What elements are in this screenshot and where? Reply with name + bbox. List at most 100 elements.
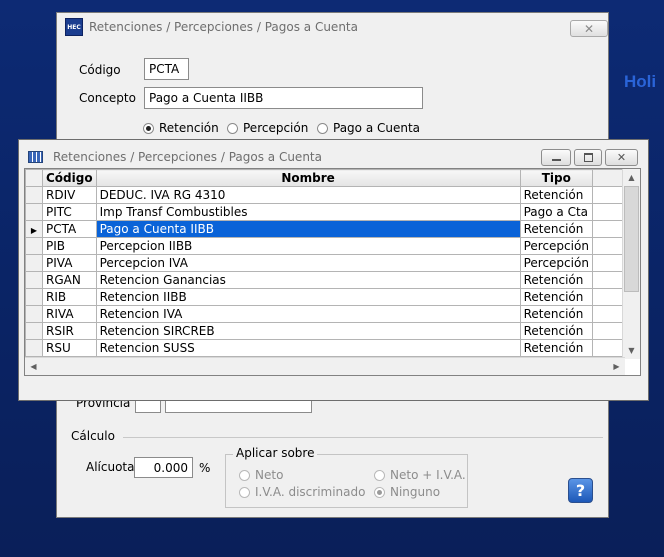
column-header-nombre[interactable]: Nombre — [95, 169, 521, 187]
row-indicator — [25, 271, 43, 289]
row-indicator — [25, 322, 43, 340]
alicuota-label: Alícuota — [86, 460, 135, 474]
cell-nombre[interactable]: Retencion IVA — [95, 305, 521, 323]
scroll-left-icon[interactable]: ◀ — [25, 358, 42, 375]
cell-nombre[interactable]: Retencion SIRCREB — [95, 322, 521, 340]
cell-nombre[interactable]: Percepcion IIBB — [95, 237, 521, 255]
radio-dot — [317, 122, 328, 134]
table-row[interactable]: RDIV DEDUC. IVA RG 4310 Retención — [25, 186, 640, 204]
lookup-grid: Código Nombre Tipo RDIV DEDUC. IVA RG 431… — [24, 168, 641, 376]
codigo-label: Código — [79, 63, 121, 77]
restore-button[interactable] — [574, 149, 602, 166]
cell-nombre[interactable]: Pago a Cuenta IIBB — [95, 220, 521, 238]
cell-nombre[interactable]: Imp Transf Combustibles — [95, 203, 521, 221]
radio-label: Pago a Cuenta — [333, 121, 421, 135]
table-row[interactable]: PITC Imp Transf Combustibles Pago a Cta — [25, 203, 640, 221]
table-row[interactable]: RIB Retencion IIBB Retención — [25, 288, 640, 306]
radio-dot — [239, 486, 250, 498]
scroll-right-icon[interactable]: ▶ — [608, 358, 625, 375]
cell-codigo[interactable]: PCTA — [42, 220, 97, 238]
radio-dot — [374, 469, 385, 481]
cell-codigo[interactable]: RIB — [42, 288, 97, 306]
table-row[interactable]: RGAN Retencion Ganancias Retención — [25, 271, 640, 289]
cell-codigo[interactable]: PIB — [42, 237, 97, 255]
table-row[interactable]: PIVA Percepcion IVA Percepción — [25, 254, 640, 272]
cell-nombre[interactable]: Retencion SUSS — [95, 339, 521, 357]
calculo-divider — [123, 437, 603, 438]
tipo-radio-pago-a-cuenta[interactable]: Pago a Cuenta — [317, 121, 420, 135]
horizontal-scrollbar[interactable]: ◀ ▶ — [25, 357, 625, 375]
lookup-close-button[interactable]: ✕ — [605, 149, 638, 166]
current-row-icon: ▶ — [30, 226, 38, 235]
aplicar-radio-neto-iva[interactable]: Neto + I.V.A. — [374, 468, 466, 482]
help-button[interactable]: ? — [568, 478, 593, 503]
vertical-scrollbar[interactable]: ▲ ▼ — [622, 169, 640, 359]
cell-codigo[interactable]: RSIR — [42, 322, 97, 340]
table-row[interactable]: ▶ PCTA Pago a Cuenta IIBB Retención — [25, 220, 640, 238]
main-window-titlebar[interactable]: HEC Retenciones / Percepciones / Pagos a… — [57, 13, 608, 41]
minimize-button[interactable] — [541, 149, 571, 166]
radio-label: Neto — [255, 468, 284, 482]
column-header-tipo[interactable]: Tipo — [519, 169, 593, 187]
lookup-window-title: Retenciones / Percepciones / Pagos a Cue… — [53, 150, 322, 164]
table-row[interactable]: RSIR Retencion SIRCREB Retención — [25, 322, 640, 340]
table-row[interactable]: PIB Percepcion IIBB Percepción — [25, 237, 640, 255]
cell-tipo[interactable]: Retención — [519, 186, 593, 204]
app-icon: HEC — [65, 18, 83, 36]
cell-tipo[interactable]: Percepción — [519, 254, 593, 272]
cell-nombre[interactable]: Retencion Ganancias — [95, 271, 521, 289]
lookup-window: Retenciones / Percepciones / Pagos a Cue… — [18, 139, 649, 401]
codigo-field[interactable]: PCTA — [144, 58, 189, 80]
table-row[interactable]: RIVA Retencion IVA Retención — [25, 305, 640, 323]
row-indicator-header — [25, 169, 43, 187]
cell-tipo[interactable]: Retención — [519, 322, 593, 340]
cell-codigo[interactable]: RGAN — [42, 271, 97, 289]
cell-codigo[interactable]: RIVA — [42, 305, 97, 323]
scroll-up-icon[interactable]: ▲ — [623, 169, 640, 186]
cell-codigo[interactable]: PITC — [42, 203, 97, 221]
grid-window-icon — [28, 151, 43, 163]
aplicar-sobre-label: Aplicar sobre — [233, 446, 318, 460]
row-indicator: ▶ — [25, 220, 43, 238]
vertical-scroll-thumb[interactable] — [624, 186, 639, 292]
brand-text: Holi — [624, 72, 657, 91]
radio-dot — [227, 122, 238, 134]
cell-codigo[interactable]: RDIV — [42, 186, 97, 204]
lookup-table: Código Nombre Tipo RDIV DEDUC. IVA RG 431… — [25, 169, 640, 357]
cell-nombre[interactable]: Percepcion IVA — [95, 254, 521, 272]
cell-tipo[interactable]: Retención — [519, 305, 593, 323]
alicuota-field[interactable]: 0.000 — [134, 457, 193, 478]
main-close-button[interactable]: ✕ — [570, 20, 608, 37]
radio-label: Neto + I.V.A. — [390, 468, 466, 482]
row-indicator — [25, 254, 43, 272]
cell-codigo[interactable]: PIVA — [42, 254, 97, 272]
percent-label: % — [199, 461, 211, 475]
aplicar-radio-neto[interactable]: Neto — [239, 468, 283, 482]
table-row[interactable]: RSU Retencion SUSS Retención — [25, 339, 640, 357]
radio-dot — [143, 122, 154, 134]
cell-nombre[interactable]: DEDUC. IVA RG 4310 — [95, 186, 521, 204]
table-header-row: Código Nombre Tipo — [25, 169, 640, 187]
cell-tipo[interactable]: Retención — [519, 288, 593, 306]
cell-tipo[interactable]: Pago a Cta — [519, 203, 593, 221]
row-indicator — [25, 203, 43, 221]
row-indicator — [25, 288, 43, 306]
calculo-label: Cálculo — [71, 429, 115, 443]
cell-tipo[interactable]: Retención — [519, 271, 593, 289]
radio-label: Percepción — [243, 121, 309, 135]
cell-nombre[interactable]: Retencion IIBB — [95, 288, 521, 306]
tipo-radio-percepcion[interactable]: Percepción — [227, 121, 308, 135]
cell-tipo[interactable]: Retención — [519, 220, 593, 238]
help-icon: ? — [575, 481, 586, 500]
aplicar-radio-iva-discriminado[interactable]: I.V.A. discriminado — [239, 485, 365, 499]
concepto-field[interactable]: Pago a Cuenta IIBB — [144, 87, 423, 109]
minimize-icon — [551, 159, 561, 161]
aplicar-radio-ninguno[interactable]: Ninguno — [374, 485, 440, 499]
cell-tipo[interactable]: Percepción — [519, 237, 593, 255]
cell-tipo[interactable]: Retención — [519, 339, 593, 357]
cell-codigo[interactable]: RSU — [42, 339, 97, 357]
tipo-radio-retencion[interactable]: Retención — [143, 121, 219, 135]
column-header-codigo[interactable]: Código — [42, 169, 97, 187]
close-icon: ✕ — [583, 21, 595, 36]
scroll-down-icon[interactable]: ▼ — [623, 342, 640, 359]
